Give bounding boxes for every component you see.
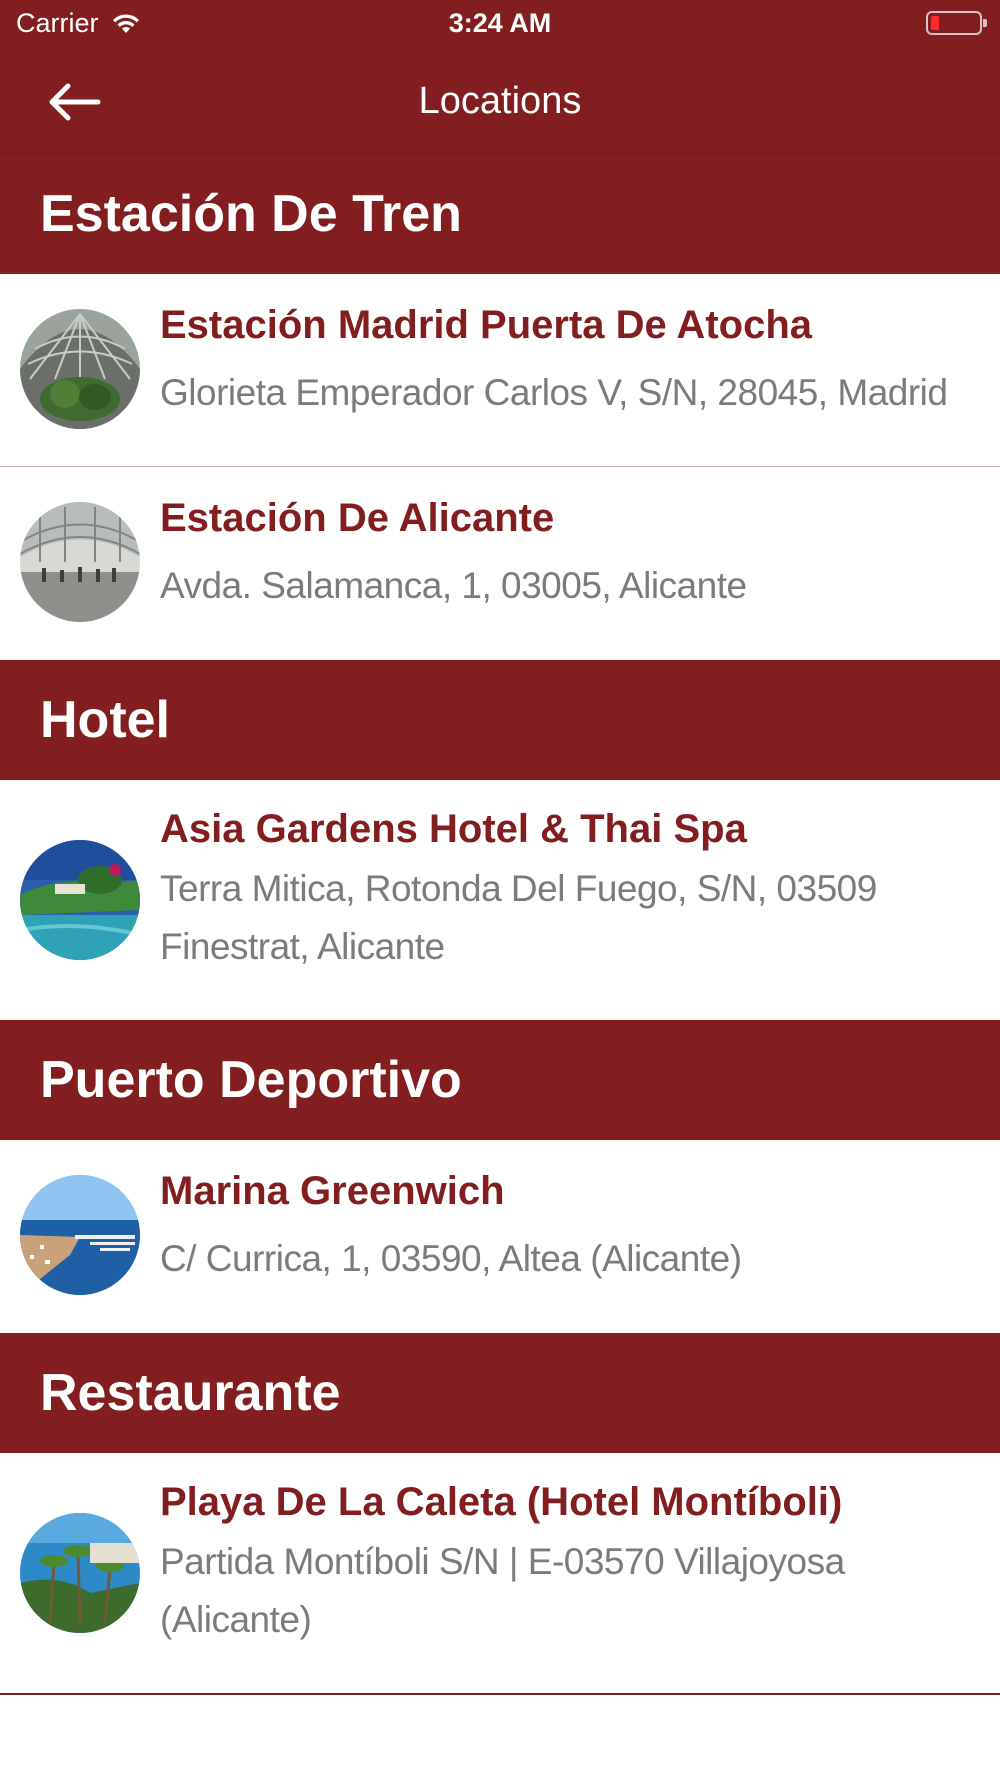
location-row[interactable]: Estación Madrid Puerta De Atocha Gloriet… (0, 274, 1000, 467)
battery-icon (926, 11, 987, 35)
location-name: Playa De La Caleta (Hotel Montíboli) (160, 1480, 843, 1524)
location-thumbnail (20, 1513, 140, 1633)
location-address: Glorieta Emperador Carlos V, S/N, 28045,… (160, 372, 948, 413)
navigation-bar: Locations (0, 50, 1000, 154)
location-thumbnail (20, 840, 140, 960)
section-header-restaurant: Restaurante (0, 1333, 1000, 1453)
page-title: Locations (418, 80, 582, 122)
location-address: Avda. Salamanca, 1, 03005, Alicante (160, 565, 747, 606)
location-thumbnail (20, 502, 140, 622)
location-name: Asia Gardens Hotel & Thai Spa (160, 807, 747, 851)
status-time: 3:24 AM (448, 8, 552, 38)
status-bar: Carrier 3:24 AM (0, 0, 1000, 50)
section-header-train-station: Estación De Tren (0, 154, 1000, 274)
location-address: Partida Montíboli S/N | E-03570 Villajoy… (160, 1541, 845, 1640)
section-header-hotel: Hotel (0, 660, 1000, 780)
section-header-marina: Puerto Deportivo (0, 1020, 1000, 1140)
location-address: C/ Currica, 1, 03590, Altea (Alicante) (160, 1238, 742, 1279)
location-name: Marina Greenwich (160, 1169, 505, 1213)
location-name: Estación Madrid Puerta De Atocha (160, 303, 812, 347)
location-row[interactable]: Playa De La Caleta (Hotel Montíboli) Par… (0, 1453, 1000, 1695)
location-row[interactable]: Asia Gardens Hotel & Thai Spa Terra Miti… (0, 780, 1000, 1020)
location-thumbnail (20, 1175, 140, 1295)
location-name: Estación De Alicante (160, 496, 555, 540)
location-thumbnail (20, 309, 140, 429)
location-row[interactable]: Marina Greenwich C/ Currica, 1, 03590, A… (0, 1140, 1000, 1333)
location-address: Terra Mitica, Rotonda Del Fuego, S/N, 03… (160, 868, 877, 967)
location-row[interactable]: Estación De Alicante Avda. Salamanca, 1,… (0, 467, 1000, 660)
